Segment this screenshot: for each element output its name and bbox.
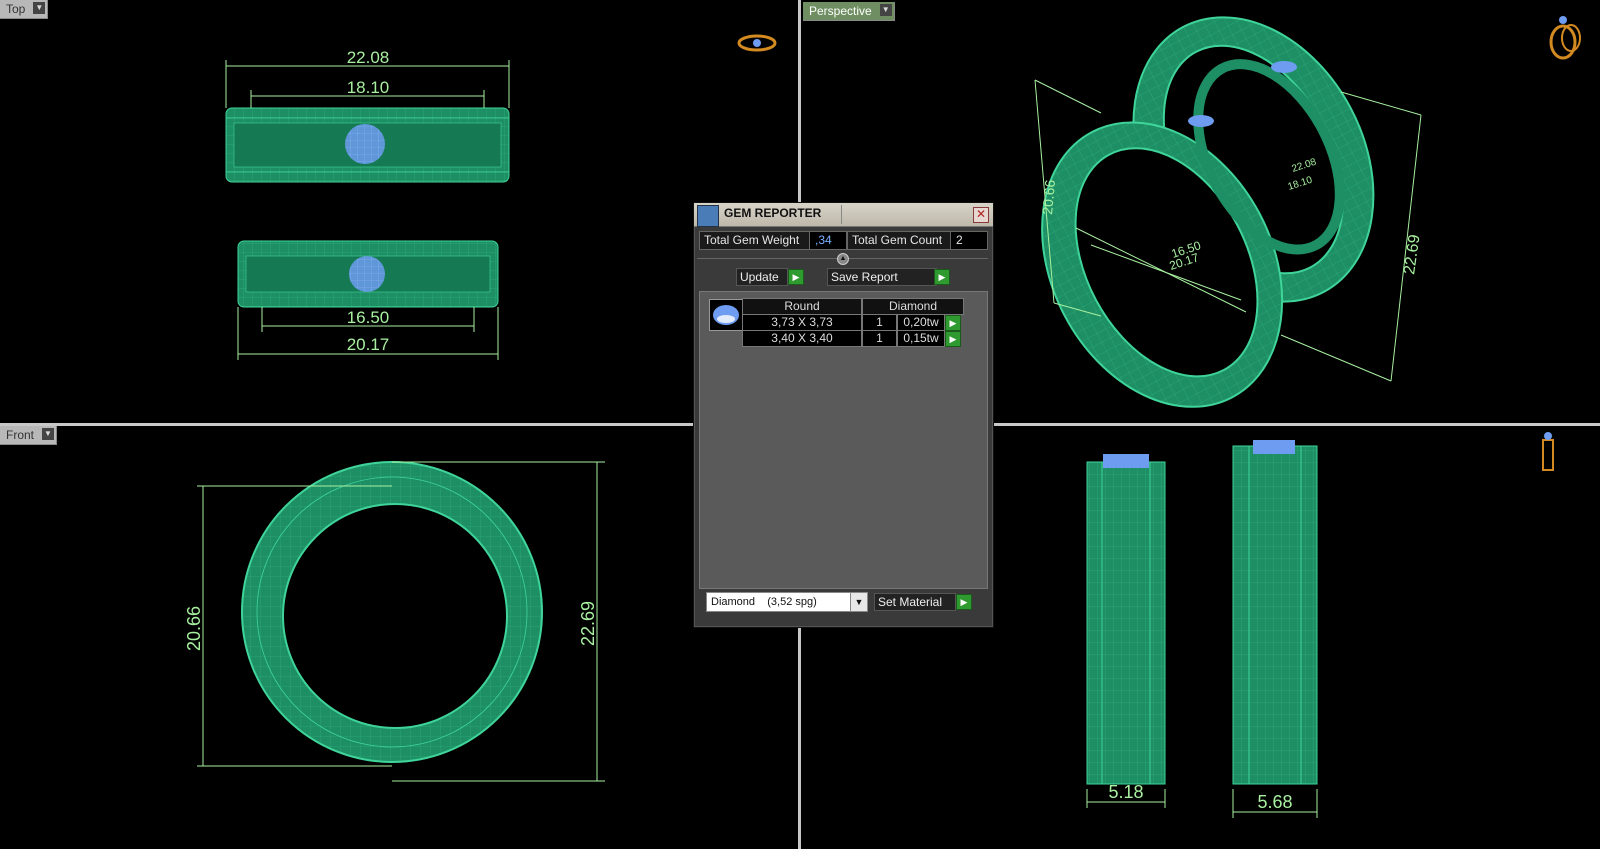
side-ring-2 [1232,440,1318,785]
titlebar-divider [841,205,842,224]
ring-side-icon[interactable] [1542,432,1554,471]
persp-dim-right: 22.69 [1401,233,1423,275]
gem-row-count: 1 [862,330,897,347]
gem-row-go-icon[interactable]: ▶ [945,315,961,331]
update-button[interactable]: Update [736,268,788,286]
dialog-title: GEM REPORTER [724,206,822,220]
viewport-top-label[interactable]: Top ▼ [0,0,49,19]
gem-thumbnail [709,299,743,331]
front-dim-left: 20.66 [184,606,204,651]
gem-reporter-dialog: GEM REPORTER ✕ Total Gem Weight ,34 Tota… [693,202,994,628]
gem-list[interactable]: Round Diamond 3,73 X 3,73 1 0,20tw ▶ 3,4… [699,291,988,589]
total-gem-weight-label: Total Gem Weight [699,231,813,250]
dim-outer-top: 22.08 [347,48,390,67]
total-gem-count-value: 2 [950,231,988,250]
total-gem-count-label: Total Gem Count [847,231,955,250]
set-material-go-icon[interactable]: ▶ [956,594,972,610]
gem-row-size: 3,73 X 3,73 [742,314,862,331]
viewport-perspective-label[interactable]: Perspective ▼ [803,2,895,21]
chevron-down-icon[interactable]: ▼ [42,428,55,440]
update-go-icon[interactable]: ▶ [788,269,804,285]
gem-reporter-app-icon [697,205,719,227]
gem-row-go-icon[interactable]: ▶ [945,331,961,347]
side-ring-1 [1086,454,1166,785]
persp-dim-left: 20.66 [1039,179,1058,216]
material-density: (3,52 spg) [767,596,817,608]
gem-material-header: Diamond [862,298,964,315]
dialog-titlebar[interactable]: GEM REPORTER ✕ [694,203,993,227]
top-ring-lower [237,240,499,308]
viewport-perspective-label-text: Perspective [809,4,872,18]
gem-row-weight: 0,15tw [897,330,945,347]
chevron-down-icon[interactable]: ▼ [879,4,892,16]
gem-row-count: 1 [862,314,897,331]
dim-outer-bottom: 20.17 [347,335,390,354]
close-icon[interactable]: ✕ [973,207,989,223]
ring-perspective-icon[interactable] [1549,16,1581,60]
save-report-go-icon[interactable]: ▶ [934,269,950,285]
chevron-down-icon[interactable]: ▼ [850,592,868,612]
ring-view-icon[interactable] [737,34,777,52]
dim-inner-bottom: 16.50 [347,308,390,327]
material-select[interactable]: Diamond (3,52 spg) [706,592,864,612]
collapse-icon[interactable]: ▲ [837,253,849,265]
material-name: Diamond [711,596,756,608]
viewport-top-label-text: Top [6,2,26,16]
viewport-front-label-text: Front [6,428,35,442]
chevron-down-icon[interactable]: ▼ [33,2,46,14]
viewport-front[interactable]: 20.66 22.69 Front ▼ [0,426,798,849]
front-ring [241,461,543,763]
right-dim-width-2: 5.68 [1257,792,1292,812]
viewport-top[interactable]: 22.08 18.10 16.50 20.17 Top ▼ [0,0,798,423]
front-view-scene: 20.66 22.69 [184,461,605,782]
gem-row-size: 3,40 X 3,40 [742,330,862,347]
front-dim-right: 22.69 [578,601,598,646]
top-ring-upper [225,107,510,183]
dim-inner-top: 18.10 [347,78,390,97]
right-dim-width-1: 5.18 [1108,782,1143,802]
gem-shape-header: Round [742,298,862,315]
top-view-scene: 22.08 18.10 16.50 20.17 [225,34,777,360]
set-material-button[interactable]: Set Material [874,593,956,611]
gem-row-weight: 0,20tw [897,314,945,331]
save-report-button[interactable]: Save Report [827,268,937,286]
viewport-front-label[interactable]: Front ▼ [0,426,58,445]
total-gem-weight-value: ,34 [809,231,847,250]
